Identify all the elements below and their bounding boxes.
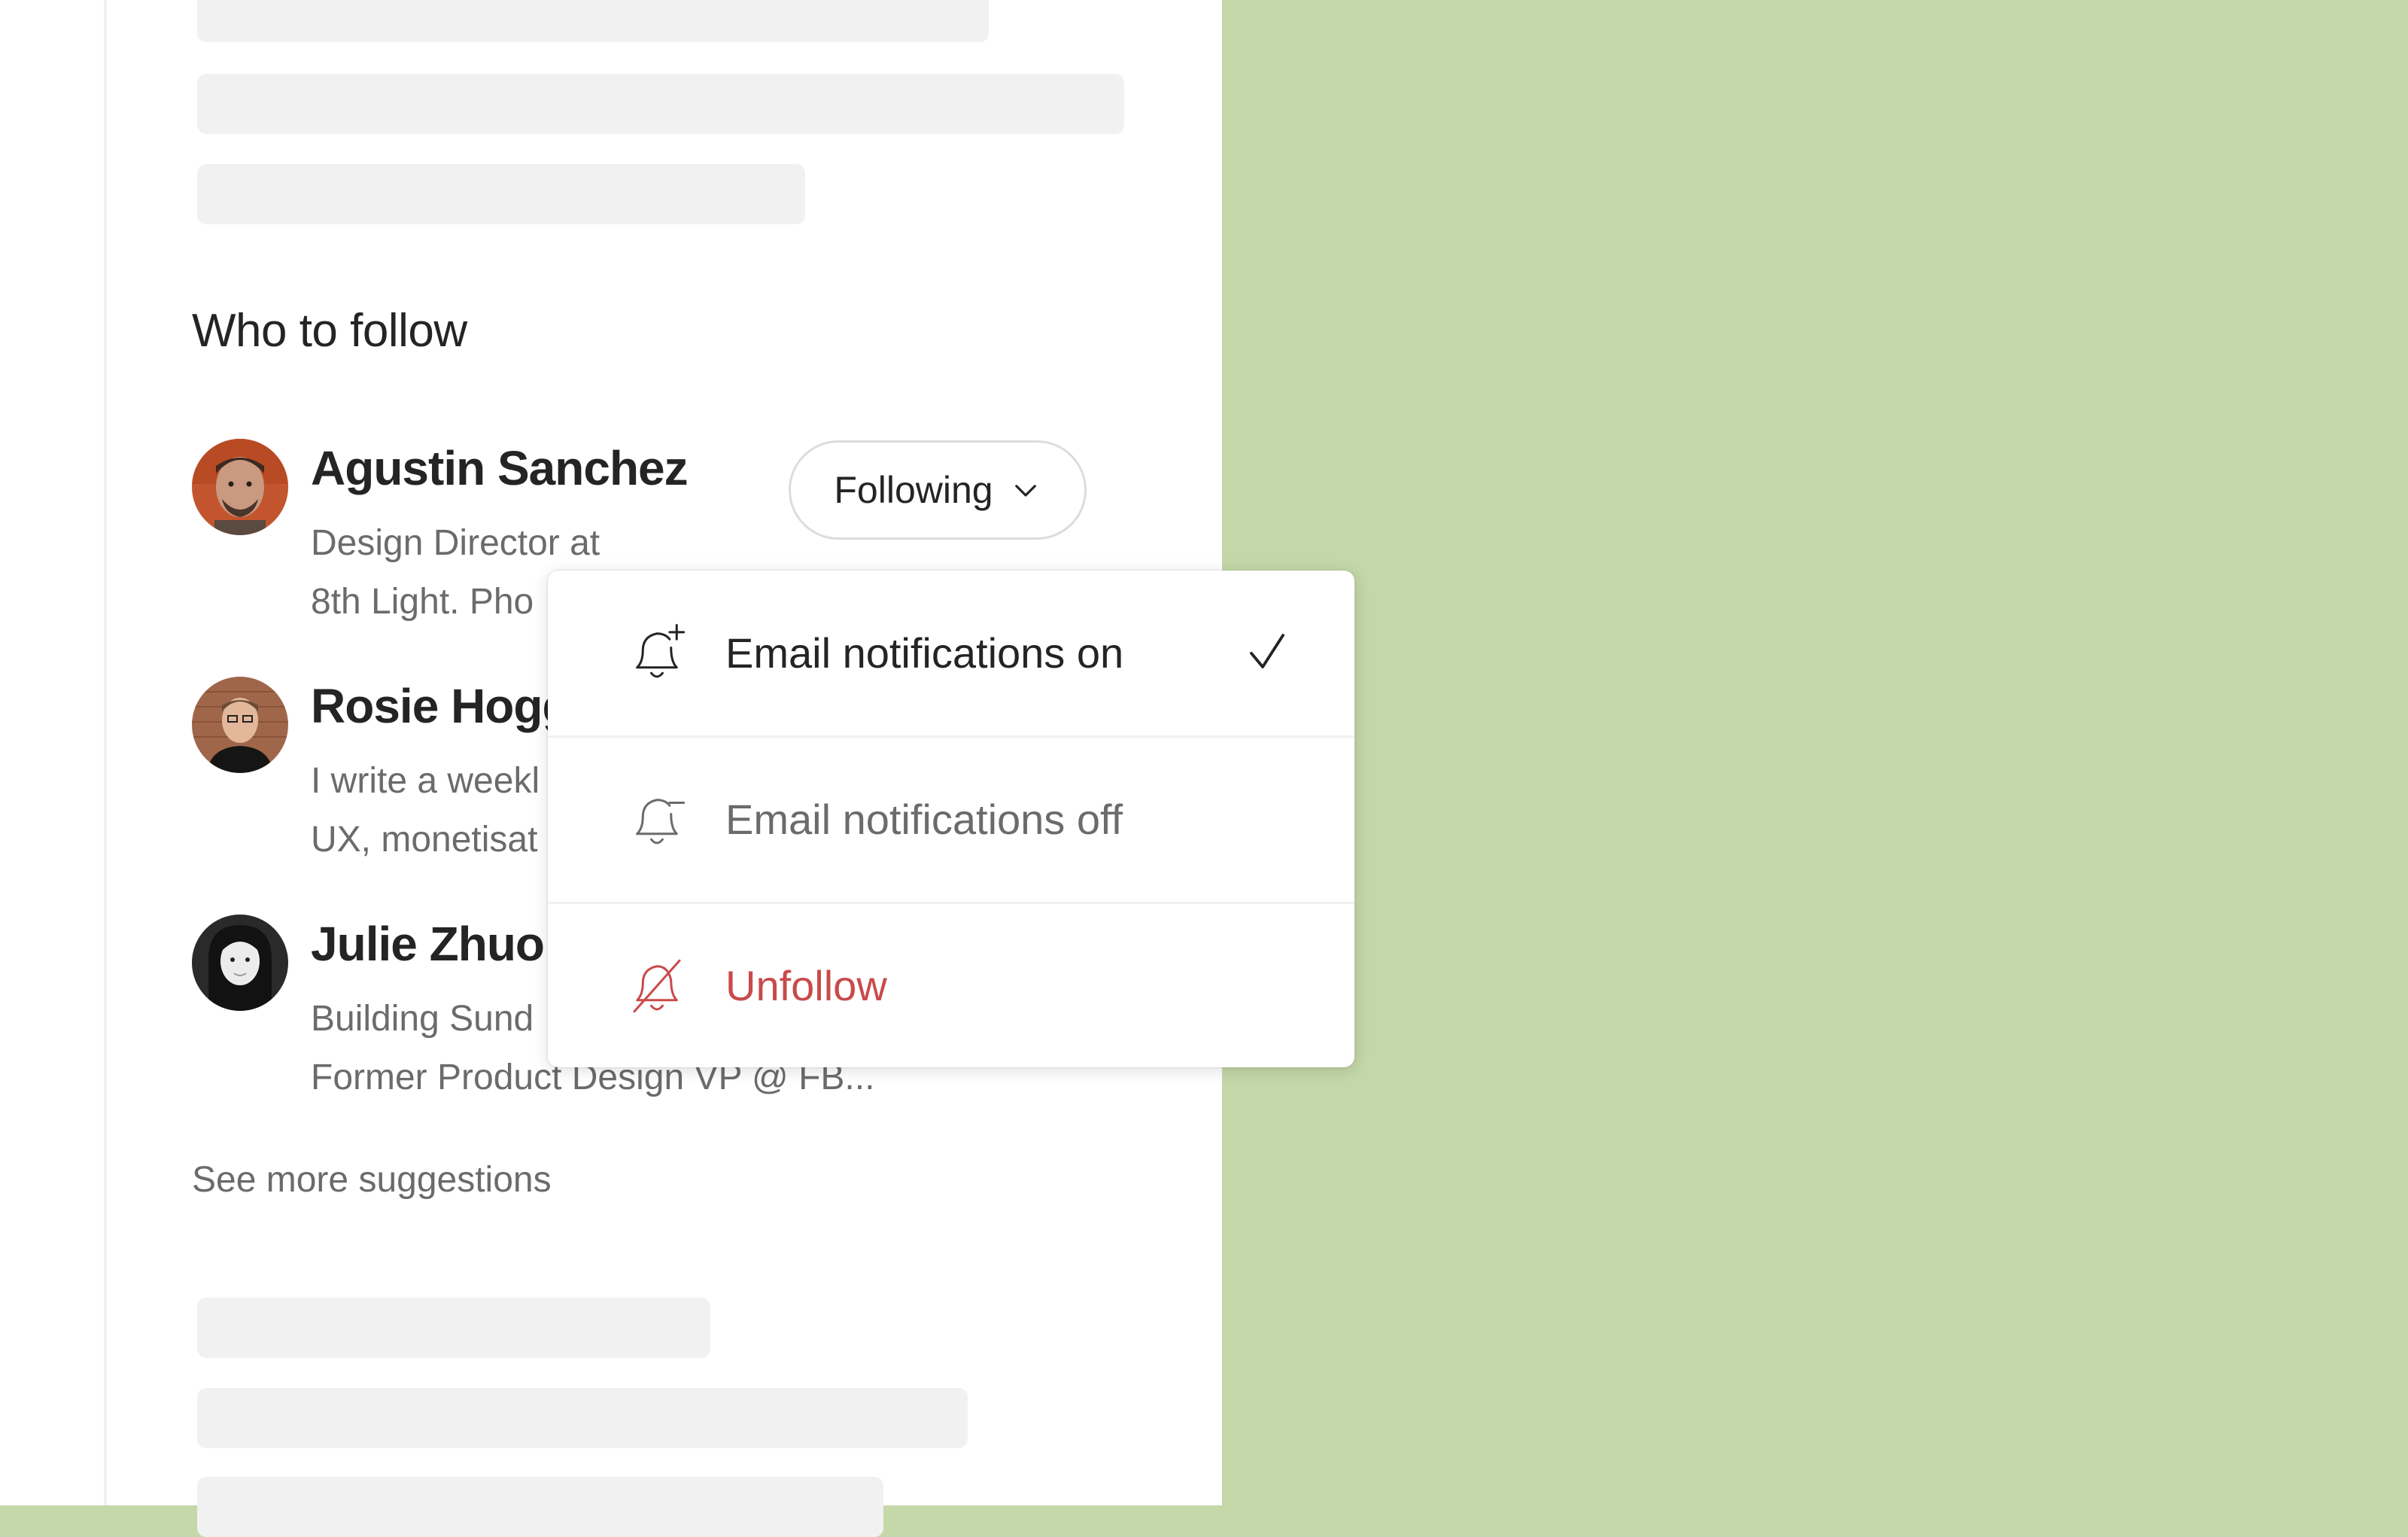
bell-plus-icon (636, 623, 686, 677)
avatar-julie (192, 915, 288, 1011)
skeleton-line (197, 74, 1124, 134)
person-bio-line: UX, monetisat (311, 820, 538, 860)
person-name[interactable]: Rosie Hogg (311, 678, 572, 734)
skeleton-line (197, 1477, 883, 1537)
menu-item-label: Unfollow (725, 962, 887, 1009)
person-name[interactable]: Julie Zhuo (311, 916, 545, 972)
person-bio-line: I write a weekl (311, 761, 540, 801)
panel-divider (104, 0, 107, 1505)
avatar-rosie (192, 677, 288, 773)
bell-off-icon (633, 959, 681, 1012)
menu-item-email-notifications-on[interactable]: Email notifications on (548, 571, 1354, 735)
skeleton-line (197, 164, 805, 224)
following-button[interactable]: Following (789, 440, 1087, 540)
person-name[interactable]: Agustin Sanchez (311, 440, 689, 496)
who-to-follow-heading: Who to follow (192, 305, 467, 357)
avatar[interactable] (192, 677, 288, 773)
person-bio-line: Design Director at (311, 523, 600, 563)
avatar-agustin (192, 439, 288, 535)
person-bio: I write a weekl UX, monetisat (311, 752, 540, 869)
skeleton-line (197, 0, 989, 42)
following-dropdown-menu: Email notifications on Email notificatio… (548, 571, 1354, 1067)
avatar[interactable] (192, 439, 288, 535)
skeleton-line (197, 1388, 968, 1448)
menu-item-label: Email notifications on (725, 629, 1124, 677)
chevron-down-icon (1014, 485, 1036, 497)
see-more-suggestions-link[interactable]: See more suggestions (192, 1159, 552, 1201)
menu-item-unfollow[interactable]: Unfollow (548, 903, 1354, 1068)
menu-item-email-notifications-off[interactable]: Email notifications off (548, 737, 1354, 902)
checkmark-icon (1250, 633, 1285, 668)
green-background (1222, 0, 2408, 1505)
bell-minus-icon (636, 798, 686, 844)
skeleton-line (197, 1298, 710, 1358)
following-button-label: Following (834, 469, 993, 511)
menu-item-label: Email notifications off (725, 796, 1123, 843)
avatar[interactable] (192, 915, 288, 1011)
